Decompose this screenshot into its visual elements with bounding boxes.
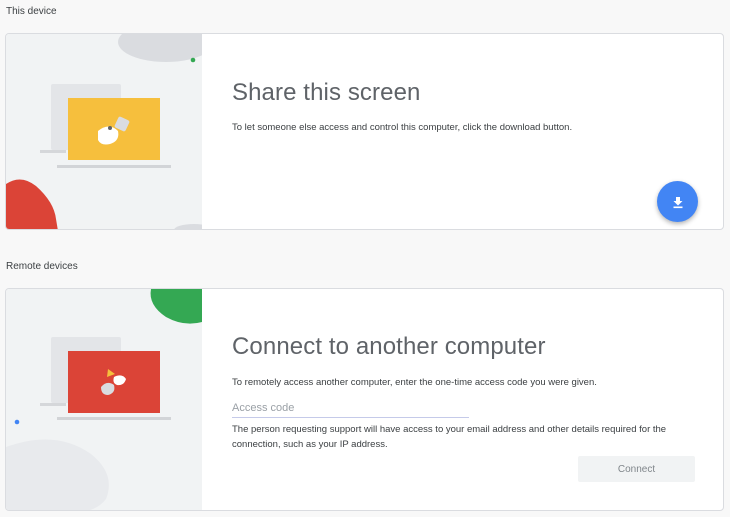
download-button[interactable] bbox=[657, 181, 698, 222]
connect-title: Connect to another computer bbox=[232, 333, 546, 360]
access-code-input[interactable] bbox=[232, 398, 469, 418]
connect-button[interactable]: Connect bbox=[578, 456, 695, 482]
download-icon bbox=[673, 196, 682, 208]
share-screen-description: To let someone else access and control t… bbox=[232, 122, 573, 133]
connect-illustration bbox=[6, 289, 202, 510]
privacy-help-text: The person requesting support will have … bbox=[232, 424, 667, 450]
connect-description: To remotely access another computer, ent… bbox=[232, 377, 597, 388]
share-screen-title: Share this screen bbox=[232, 79, 421, 106]
section-label-remote-devices: Remote devices bbox=[6, 261, 78, 272]
connect-card: Connect to another computer To remotely … bbox=[5, 288, 724, 511]
share-screen-art bbox=[6, 34, 202, 229]
section-label-this-device: This device bbox=[6, 6, 57, 17]
share-screen-card: Share this screen To let someone else ac… bbox=[5, 33, 724, 230]
share-screen-illustration bbox=[6, 34, 202, 229]
connect-art bbox=[6, 289, 202, 510]
